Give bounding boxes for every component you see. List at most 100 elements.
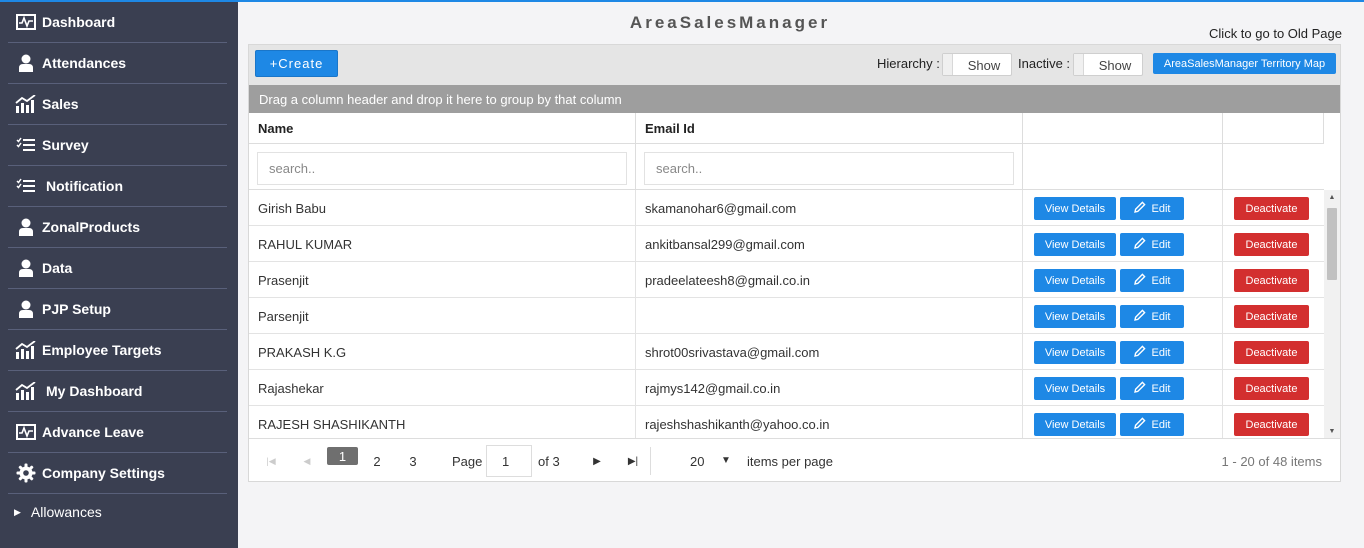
- view-details-button[interactable]: View Details: [1034, 305, 1116, 328]
- sidebar-item-label: Notification: [46, 178, 123, 194]
- sidebar-item-employee-targets[interactable]: Employee Targets: [8, 330, 227, 371]
- page-button-1[interactable]: 1: [327, 447, 358, 465]
- edit-label: Edit: [1151, 346, 1171, 359]
- inactive-toggle[interactable]: Show: [1073, 53, 1143, 76]
- table-row: Prasenjit pradeelateesh8@gmail.co.in Vie…: [249, 262, 1324, 298]
- grid-rows: Girish Babu skamanohar6@gmail.com View D…: [249, 190, 1324, 438]
- edit-button[interactable]: Edit: [1120, 269, 1184, 292]
- edit-button[interactable]: Edit: [1120, 341, 1184, 364]
- sidebar-item-survey[interactable]: Survey: [8, 125, 227, 166]
- pencil-icon: [1133, 417, 1146, 432]
- vertical-scrollbar[interactable]: ▲ ▼: [1324, 190, 1340, 438]
- edit-button[interactable]: Edit: [1120, 377, 1184, 400]
- sidebar-item-label: Survey: [42, 137, 89, 153]
- last-page-icon[interactable]: ▶|: [619, 448, 647, 474]
- sidebar-item-label: Dashboard: [42, 14, 116, 30]
- first-page-icon[interactable]: |◀: [257, 448, 285, 474]
- name-cell: RAHUL KUMAR: [249, 226, 636, 262]
- edit-button[interactable]: Edit: [1120, 305, 1184, 328]
- deactivate-button[interactable]: Deactivate: [1234, 269, 1309, 292]
- sidebar-item-company-settings[interactable]: Company Settings: [8, 453, 227, 494]
- table-row: RAJESH SHASHIKANTH rajeshshashikanth@yah…: [249, 406, 1324, 438]
- table-row: Parsenjit View Details Edit Deactivate: [249, 298, 1324, 334]
- deactivate-button[interactable]: Deactivate: [1234, 305, 1309, 328]
- email-cell: shrot00srivastava@gmail.com: [636, 334, 1023, 370]
- deactivate-button[interactable]: Deactivate: [1234, 413, 1309, 436]
- page-button-3[interactable]: 3: [399, 448, 427, 474]
- user-icon: [14, 299, 38, 319]
- pencil-icon: [1133, 309, 1146, 324]
- edit-button[interactable]: Edit: [1120, 413, 1184, 436]
- name-cell: Rajashekar: [249, 370, 636, 406]
- page-size-select[interactable]: 20: [690, 454, 704, 469]
- pencil-icon: [1133, 273, 1146, 288]
- scroll-down-arrow-icon[interactable]: ▼: [1324, 424, 1340, 438]
- filter-cell-empty: [1023, 144, 1223, 190]
- group-by-bar[interactable]: Drag a column header and drop it here to…: [249, 85, 1340, 113]
- toggle-knob: [1074, 54, 1084, 75]
- sidebar-item-attendances[interactable]: Attendances: [8, 43, 227, 84]
- hierarchy-toggle[interactable]: Show: [942, 53, 1012, 76]
- grid-toolbar: +Create Hierarchy : Show Inactive : Show…: [249, 45, 1340, 85]
- edit-button[interactable]: Edit: [1120, 233, 1184, 256]
- view-details-button[interactable]: View Details: [1034, 341, 1116, 364]
- scroll-up-arrow-icon[interactable]: ▲: [1324, 190, 1340, 204]
- column-header-actions: [1023, 113, 1223, 144]
- scroll-thumb[interactable]: [1327, 208, 1337, 280]
- deactivate-button[interactable]: Deactivate: [1234, 341, 1309, 364]
- email-search-input[interactable]: search..: [644, 152, 1014, 185]
- sidebar-item-label: PJP Setup: [42, 301, 111, 317]
- column-header-deactivate: [1223, 113, 1324, 144]
- deactivate-button[interactable]: Deactivate: [1234, 233, 1309, 256]
- toggle-knob: [943, 54, 953, 75]
- pager: |◀ ◀ 1 2 3 Page 1 of 3 ▶ ▶| 20 ▼ items p…: [249, 438, 1340, 481]
- sidebar-item-dashboard[interactable]: Dashboard: [8, 2, 227, 43]
- name-search-input[interactable]: search..: [257, 152, 627, 185]
- view-details-button[interactable]: View Details: [1034, 197, 1116, 220]
- sidebar-item-label: Sales: [42, 96, 79, 112]
- sidebar-item-my-dashboard[interactable]: My Dashboard: [8, 371, 227, 412]
- filter-cell-email: search..: [636, 144, 1023, 190]
- old-page-link[interactable]: Click to go to Old Page: [1190, 26, 1342, 41]
- view-details-button[interactable]: View Details: [1034, 377, 1116, 400]
- sidebar-item-pjp-setup[interactable]: PJP Setup: [8, 289, 227, 330]
- name-cell: Girish Babu: [249, 190, 636, 226]
- chevron-down-icon[interactable]: ▼: [721, 455, 731, 466]
- page-button-2[interactable]: 2: [363, 448, 391, 474]
- territory-map-button[interactable]: AreaSalesManager Territory Map: [1153, 53, 1336, 74]
- column-header-email[interactable]: Email Id: [636, 113, 1023, 144]
- sidebar-item-label: Allowances: [30, 504, 102, 520]
- view-details-button[interactable]: View Details: [1034, 413, 1116, 436]
- email-cell: ankitbansal299@gmail.com: [636, 226, 1023, 262]
- sidebar-item-label: Company Settings: [42, 465, 165, 481]
- next-page-icon[interactable]: ▶: [583, 448, 611, 474]
- dashboard-icon: [14, 422, 38, 442]
- user-icon: [14, 217, 38, 237]
- sidebar-item-label: ZonalProducts: [42, 219, 141, 235]
- sidebar-item-data[interactable]: Data: [8, 248, 227, 289]
- sidebar-item-notification[interactable]: Notification: [8, 166, 227, 207]
- chart-icon: [14, 381, 38, 401]
- deactivate-button[interactable]: Deactivate: [1234, 377, 1309, 400]
- sidebar-item-zonalproducts[interactable]: ZonalProducts: [8, 207, 227, 248]
- deactivate-button[interactable]: Deactivate: [1234, 197, 1309, 220]
- sidebar-item-label: Advance Leave: [42, 424, 144, 440]
- pager-divider: [650, 447, 651, 475]
- pencil-icon: [1133, 201, 1146, 216]
- view-details-button[interactable]: View Details: [1034, 269, 1116, 292]
- hierarchy-label: Hierarchy :: [877, 56, 940, 71]
- sidebar-item-sales[interactable]: Sales: [8, 84, 227, 125]
- prev-page-icon[interactable]: ◀: [293, 448, 321, 474]
- edit-label: Edit: [1151, 310, 1171, 323]
- sidebar-item-label: Attendances: [42, 55, 127, 71]
- column-header-name[interactable]: Name: [249, 113, 636, 144]
- name-cell: PRAKASH K.G: [249, 334, 636, 370]
- sidebar-item-allowances[interactable]: ▶ Allowances: [8, 499, 227, 525]
- sidebar-item-advance-leave[interactable]: Advance Leave: [8, 412, 227, 453]
- view-details-button[interactable]: View Details: [1034, 233, 1116, 256]
- create-button[interactable]: +Create: [255, 50, 338, 77]
- edit-button[interactable]: Edit: [1120, 197, 1184, 220]
- toggle-label: Show: [967, 58, 1001, 73]
- page-number-input[interactable]: 1: [486, 445, 532, 477]
- inactive-label: Inactive :: [1018, 56, 1071, 71]
